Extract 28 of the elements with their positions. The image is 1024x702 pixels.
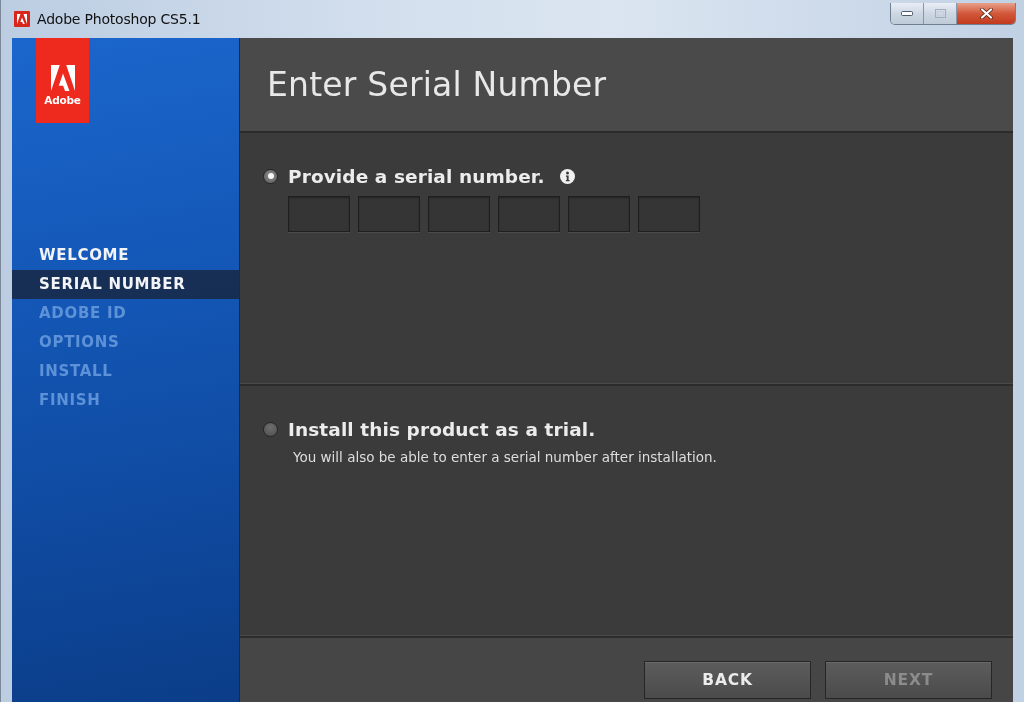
app-icon — [14, 11, 30, 27]
radio-button[interactable] — [263, 168, 278, 184]
serial-field[interactable] — [498, 196, 560, 232]
serial-field[interactable] — [568, 196, 630, 232]
page-title: Enter Serial Number — [267, 65, 607, 104]
minimize-icon — [901, 11, 913, 16]
sidebar-step: WELCOME — [12, 241, 239, 270]
sidebar-step: FINISH — [12, 386, 239, 415]
close-button[interactable] — [957, 3, 1015, 24]
serial-field[interactable] — [358, 196, 420, 232]
serial-field[interactable] — [288, 196, 350, 232]
radio-label[interactable]: Provide a serial number. — [288, 165, 545, 187]
serial-field[interactable] — [428, 196, 490, 232]
logo-text: Adobe — [44, 94, 81, 106]
sidebar-step: SERIAL NUMBER — [12, 270, 239, 299]
close-icon — [979, 8, 993, 19]
sidebar-step: OPTIONS — [12, 328, 239, 357]
minimize-button[interactable] — [891, 3, 924, 24]
radio-label[interactable]: Install this product as a trial. — [288, 418, 596, 440]
sidebar-step: INSTALL — [12, 357, 239, 386]
option-note: You will also be able to enter a serial number after installation. — [293, 449, 718, 465]
serial-field[interactable] — [638, 196, 700, 232]
radio-button[interactable] — [263, 421, 278, 437]
window-title: Adobe Photoshop CS5.1 — [37, 11, 201, 27]
maximize-icon — [934, 9, 946, 18]
wizard-button[interactable]: BACK — [644, 661, 811, 699]
sidebar-step: ADOBE ID — [12, 299, 239, 328]
logo-mark-icon — [50, 65, 75, 91]
